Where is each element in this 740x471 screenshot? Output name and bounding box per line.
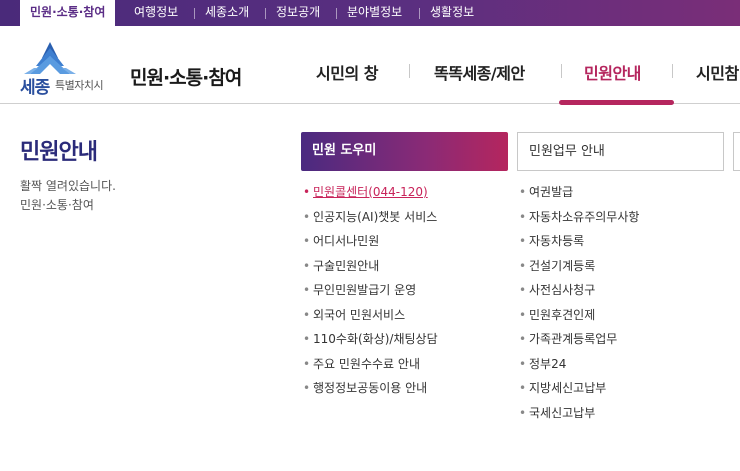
list-item[interactable]: • 지방세신고납부 <box>517 376 639 401</box>
topbar-link-disclosure[interactable]: 정보공개 <box>276 0 320 26</box>
topbar-divider <box>336 8 337 19</box>
list-item[interactable]: • 구술민원안내 <box>301 254 438 279</box>
topbar-link-about[interactable]: 세종소개 <box>205 0 249 26</box>
bullet-icon: • <box>303 307 311 322</box>
list-item[interactable]: • 가족관계등록업무 <box>517 327 639 352</box>
section-description: 활짝 열려있습니다. 민원·소통·참여 <box>20 177 116 215</box>
panel-minwon-work-guide[interactable]: 민원업무 안내 <box>517 132 724 171</box>
list-item[interactable]: • 인공지능(AI)챗봇 서비스 <box>301 205 438 230</box>
bullet-icon: • <box>303 356 311 371</box>
bullet-icon: • <box>519 307 527 322</box>
list-item[interactable]: • 건설기계등록 <box>517 254 639 279</box>
gnb-divider <box>561 64 562 78</box>
bullet-icon: • <box>303 258 311 273</box>
list-item[interactable]: • 110수화(화상)/채팅상담 <box>301 327 438 352</box>
bullet-icon: • <box>303 332 311 346</box>
list-item[interactable]: • 여권발급 <box>517 180 639 205</box>
gnb-divider <box>409 64 410 78</box>
bullet-icon: • <box>519 405 527 420</box>
logo-name: 세종 <box>20 78 50 98</box>
list-item[interactable]: • 행정정보공동이용 안내 <box>301 376 438 401</box>
bullet-icon: • <box>303 381 311 395</box>
minwon-helper-list: • 민원콜센터(044-120) • 인공지능(AI)챗봇 서비스 • 어디서나민원 … <box>301 180 438 401</box>
list-item[interactable]: • 어디서나민원 <box>301 229 438 254</box>
gnb-active-indicator <box>559 100 674 105</box>
list-item[interactable]: • 국세신고납부 <box>517 401 639 426</box>
site-header: 세종 특별자치시 민원·소통·참여 시민의 창 똑똑세종/제안 민원안내 시민참 <box>0 26 740 104</box>
bullet-icon: • <box>519 283 527 297</box>
bullet-icon: • <box>303 234 311 248</box>
bullet-icon: • <box>519 209 527 224</box>
topbar-link-travel[interactable]: 여행정보 <box>134 0 178 26</box>
topbar-link-minwon[interactable]: 민원·소통·참여 <box>20 0 116 27</box>
topbar-link-field-info[interactable]: 분야별정보 <box>347 0 402 26</box>
bullet-icon: • <box>519 234 527 248</box>
list-item[interactable]: • 사전심사청구 <box>517 278 639 303</box>
gnb-citizen-participation[interactable]: 시민참 <box>696 60 739 84</box>
list-item[interactable]: • 자동차소유주의무사항 <box>517 205 639 230</box>
list-item[interactable]: • 정부24 <box>517 352 639 377</box>
topbar-divider <box>419 8 420 19</box>
panel-next-partial[interactable] <box>733 132 740 171</box>
list-item[interactable]: • 자동차등록 <box>517 229 639 254</box>
gnb-smart-sejong[interactable]: 똑똑세종/제안 <box>434 60 525 84</box>
bullet-icon: • <box>303 283 311 297</box>
section-desc-line: 민원·소통·참여 <box>20 198 94 212</box>
bullet-icon: • <box>519 381 527 395</box>
list-item[interactable]: • 외국어 민원서비스 <box>301 303 438 328</box>
list-item[interactable]: • 무인민원발급기 운영 <box>301 278 438 303</box>
top-utility-bar: 민원·소통·참여 여행정보 세종소개 정보공개 분야별정보 생활정보 <box>0 0 740 27</box>
bullet-icon: • <box>519 258 527 273</box>
section-title: 민원안내 <box>20 140 98 165</box>
gnb-citizen-window[interactable]: 시민의 창 <box>316 60 378 84</box>
bullet-icon: • <box>519 332 527 346</box>
bullet-icon: • <box>519 185 527 199</box>
gnb-minwon-guide[interactable]: 민원안내 <box>584 60 641 84</box>
gnb-divider <box>672 64 673 78</box>
bullet-icon: • <box>303 209 311 224</box>
logo-subtitle: 특별자치시 <box>55 79 104 92</box>
list-item[interactable]: • 민원후견인제 <box>517 303 639 328</box>
panel-minwon-helper[interactable]: 민원 도우미 <box>301 132 508 171</box>
site-title[interactable]: 민원·소통·참여 <box>130 63 242 90</box>
topbar-link-life-info[interactable]: 생활정보 <box>430 0 474 26</box>
topbar-divider <box>265 8 266 19</box>
topbar-divider <box>194 8 195 19</box>
list-item[interactable]: • 민원콜센터(044-120) <box>301 180 438 205</box>
list-item[interactable]: • 주요 민원수수료 안내 <box>301 352 438 377</box>
minwon-work-list: • 여권발급 • 자동차소유주의무사항 • 자동차등록 • 건설기계등록 • 사전심사청구… <box>517 180 639 425</box>
bullet-icon: • <box>303 185 311 199</box>
bullet-icon: • <box>519 356 527 371</box>
section-desc-line: 활짝 열려있습니다. <box>20 179 116 193</box>
